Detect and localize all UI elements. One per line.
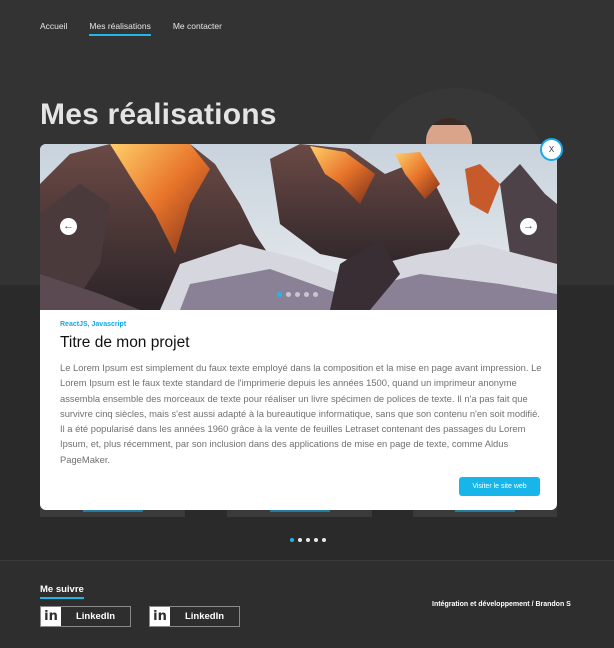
carousel-dot[interactable] bbox=[322, 538, 326, 542]
follow-heading: Me suivre bbox=[40, 584, 84, 599]
slider-dot[interactable] bbox=[304, 292, 309, 297]
page-title: Mes réalisations bbox=[40, 98, 277, 131]
project-modal: ← → ReactJS, Javascript Titre de mon pro… bbox=[40, 144, 557, 510]
slider-dot[interactable] bbox=[313, 292, 318, 297]
project-description: Le Lorem Ipsum est simplement du faux te… bbox=[60, 362, 542, 465]
slider-dot[interactable] bbox=[277, 292, 282, 297]
slider-dot[interactable] bbox=[295, 292, 300, 297]
page: Accueil Mes réalisations Me contacter Me… bbox=[0, 0, 614, 648]
carousel-pagination bbox=[290, 538, 326, 542]
close-modal-button[interactable]: X bbox=[540, 138, 563, 161]
arrow-right-icon[interactable]: → bbox=[520, 218, 537, 235]
linkedin-button[interactable]: in LinkedIn bbox=[149, 606, 240, 627]
nav-item-mes-realisations[interactable]: Mes réalisations bbox=[89, 21, 151, 36]
nav-item-accueil[interactable]: Accueil bbox=[40, 21, 67, 36]
nav-item-me-contacter[interactable]: Me contacter bbox=[173, 21, 222, 36]
arrow-left-icon[interactable]: ← bbox=[60, 218, 77, 235]
main-nav: Accueil Mes réalisations Me contacter bbox=[40, 21, 222, 36]
mountain-photo bbox=[40, 144, 557, 310]
project-tags: ReactJS, Javascript bbox=[60, 321, 127, 328]
project-title: Titre de mon projet bbox=[60, 334, 190, 351]
carousel-dot[interactable] bbox=[306, 538, 310, 542]
linkedin-label: LinkedIn bbox=[75, 611, 116, 622]
image-slider-pagination bbox=[277, 292, 318, 297]
linkedin-label: LinkedIn bbox=[184, 611, 225, 622]
linkedin-button[interactable]: in LinkedIn bbox=[40, 606, 131, 627]
footer-credit: Intégration et développement / Brandon S bbox=[432, 601, 571, 608]
linkedin-icon: in bbox=[41, 607, 61, 626]
linkedin-icon: in bbox=[150, 607, 170, 626]
carousel-dot[interactable] bbox=[314, 538, 318, 542]
carousel-dot[interactable] bbox=[290, 538, 294, 542]
project-image-slider: ← → bbox=[40, 144, 557, 310]
slider-dot[interactable] bbox=[286, 292, 291, 297]
carousel-dot[interactable] bbox=[298, 538, 302, 542]
visit-site-button[interactable]: Visiter le site web bbox=[459, 477, 540, 496]
